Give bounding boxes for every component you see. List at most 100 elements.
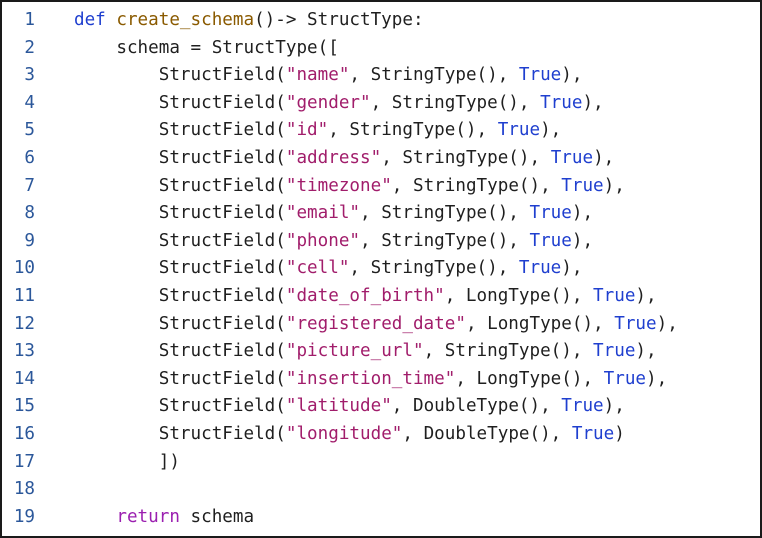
code-token: def — [74, 10, 106, 30]
code-token: , StringType(), — [360, 203, 530, 224]
code-token: create_schema — [116, 10, 255, 30]
code-token: , DoubleType(), — [402, 424, 572, 444]
code-line[interactable]: 16 StructField("longitude", DoubleType()… — [2, 421, 760, 449]
code-text[interactable]: StructField("longitude", DoubleType(), T… — [74, 421, 625, 449]
code-token: True — [529, 230, 572, 251]
line-number: 17 — [13, 451, 35, 472]
line-number: 2 — [24, 37, 35, 58]
code-line[interactable]: 17 ]) — [2, 449, 760, 477]
code-token: , DoubleType(), — [391, 396, 562, 417]
code-line[interactable]: 4 StructField("gender", StringType(), Tr… — [2, 90, 760, 118]
code-token: , StringType(), — [349, 258, 519, 279]
code-line[interactable]: 7 StructField("timezone", StringType(), … — [2, 173, 760, 201]
code-text[interactable]: StructField("timezone", StringType(), Tr… — [74, 173, 625, 201]
code-token: "name" — [285, 65, 350, 86]
code-line[interactable]: 5 StructField("id", StringType(), True), — [2, 117, 760, 145]
line-number: 9 — [24, 230, 35, 251]
code-text[interactable]: StructField("latitude", DoubleType(), Tr… — [74, 393, 625, 421]
code-line[interactable]: 19 return schema — [2, 504, 760, 532]
code-token: "gender" — [285, 92, 371, 113]
code-token: ), — [540, 120, 562, 141]
code-token: StructField( — [74, 286, 286, 306]
code-text[interactable]: return schema — [74, 504, 254, 532]
line-number: 13 — [13, 341, 35, 362]
code-token: , LongType(), — [455, 368, 604, 389]
code-token: StructField( — [74, 230, 286, 251]
code-text[interactable]: StructField("email", StringType(), True)… — [74, 200, 593, 228]
code-token: ), — [593, 148, 615, 168]
code-token: True — [614, 313, 657, 334]
code-text[interactable]: schema = StructType([ — [74, 35, 338, 63]
code-token: ), — [571, 203, 594, 224]
code-token: , LongType(), — [444, 286, 594, 306]
code-text[interactable]: StructField("cell", StringType(), True), — [74, 255, 583, 283]
code-token: StructField( — [74, 424, 286, 444]
code-token: ), — [561, 65, 583, 86]
code-line[interactable]: 3 StructField("name", StringType(), True… — [2, 62, 760, 90]
code-token: "timezone" — [285, 175, 392, 196]
code-token: True — [561, 175, 604, 196]
code-text[interactable]: StructField("registered_date", LongType(… — [74, 311, 678, 339]
code-line[interactable]: 13 StructField("picture_url", StringType… — [2, 338, 760, 366]
code-token: "latitude" — [285, 396, 392, 417]
code-token: StructField( — [74, 341, 286, 362]
code-text[interactable]: StructField("id", StringType(), True), — [74, 117, 562, 145]
code-token: , StringType(), — [423, 341, 594, 362]
code-token: , StringType(), — [360, 230, 530, 251]
code-text[interactable]: StructField("picture_url", StringType(),… — [74, 338, 657, 366]
code-token: ), — [635, 341, 657, 362]
code-text[interactable]: def create_schema()-> StructType: — [74, 7, 424, 35]
code-text[interactable]: StructField("phone", StringType(), True)… — [74, 228, 593, 256]
code-token: StructField( — [74, 92, 286, 113]
code-line[interactable]: 14 StructField("insertion_time", LongTyp… — [2, 366, 760, 394]
code-token: StructField( — [74, 175, 286, 196]
code-line[interactable]: 9 StructField("phone", StringType(), Tru… — [2, 228, 760, 256]
code-text[interactable]: StructField("name", StringType(), True), — [74, 62, 583, 90]
code-text[interactable]: ]) — [74, 449, 180, 477]
line-number: 16 — [13, 424, 35, 444]
code-token: StructField( — [74, 120, 286, 141]
code-editor[interactable]: 1 def create_schema()-> StructType: 2 sche… — [0, 0, 762, 538]
code-token: , StringType(), — [328, 120, 498, 141]
code-token: ), — [582, 92, 604, 113]
code-token: return — [116, 506, 180, 527]
code-line[interactable]: 8 StructField("email", StringType(), Tru… — [2, 200, 760, 228]
line-number: 6 — [24, 148, 35, 168]
code-line[interactable]: 2 schema = StructType([ — [2, 35, 760, 63]
code-token: StructField( — [74, 368, 286, 389]
line-number: 12 — [13, 313, 35, 334]
code-line[interactable]: 6 StructField("address", StringType(), T… — [2, 145, 760, 173]
code-token: "longitude" — [285, 424, 403, 444]
line-number: 10 — [13, 258, 35, 279]
code-token: StructField( — [74, 258, 286, 279]
line-number: 11 — [13, 286, 35, 306]
code-text[interactable]: StructField("insertion_time", LongType()… — [74, 366, 667, 394]
code-token: , LongType(), — [465, 313, 615, 334]
code-line[interactable]: 18 — [2, 476, 760, 504]
line-number: 18 — [13, 479, 35, 500]
code-text[interactable]: StructField("gender", StringType(), True… — [74, 90, 604, 118]
code-line[interactable]: 10 StructField("cell", StringType(), Tru… — [2, 255, 760, 283]
code-token: StructField( — [74, 203, 286, 224]
code-token: "cell" — [285, 258, 350, 279]
code-token: True — [529, 203, 572, 224]
line-number: 5 — [24, 120, 35, 141]
code-line[interactable]: 1 def create_schema()-> StructType: — [2, 7, 760, 35]
code-token: True — [593, 341, 636, 362]
code-token: ), — [603, 396, 625, 417]
code-token: ]) — [74, 451, 180, 472]
code-token: , StringType(), — [370, 92, 541, 113]
code-token: True — [571, 424, 615, 444]
code-text[interactable]: StructField("address", StringType(), Tru… — [74, 145, 615, 173]
code-line[interactable]: 12 StructField("registered_date", LongTy… — [2, 311, 760, 339]
code-text[interactable]: StructField("date_of_birth", LongType(),… — [74, 283, 657, 311]
code-token: True — [561, 396, 604, 417]
code-token: "email" — [285, 203, 361, 224]
code-line[interactable]: 11 StructField("date_of_birth", LongType… — [2, 283, 760, 311]
code-line[interactable]: 15 StructField("latitude", DoubleType(),… — [2, 393, 760, 421]
code-token: "date_of_birth" — [285, 286, 445, 306]
code-token: True — [518, 258, 562, 279]
code-token: "address" — [285, 148, 382, 168]
